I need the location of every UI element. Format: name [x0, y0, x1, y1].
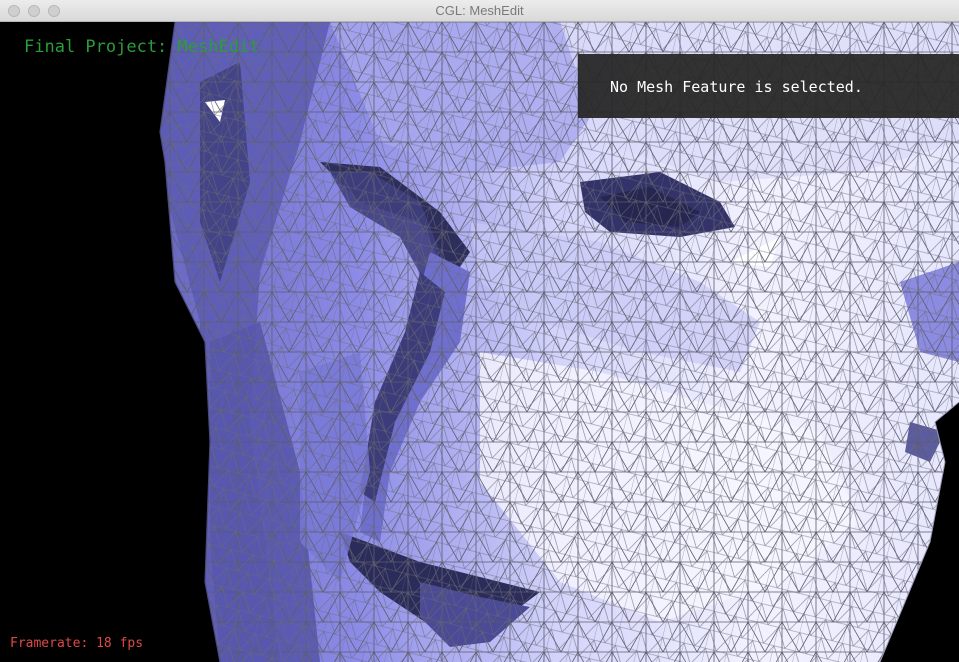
- mesh-viewport[interactable]: Final Project: MeshEdit No Mesh Feature …: [0, 22, 959, 662]
- selection-info-panel: No Mesh Feature is selected.: [578, 54, 959, 118]
- mesh-shading: [160, 22, 959, 662]
- mesh-render[interactable]: [0, 22, 959, 662]
- window-title: CGL: MeshEdit: [435, 3, 524, 18]
- selection-status-text: No Mesh Feature is selected.: [610, 78, 863, 96]
- meshedit-window: CGL: MeshEdit Final Project: MeshEdit No…: [0, 0, 959, 662]
- title-bar[interactable]: CGL: MeshEdit: [0, 0, 959, 22]
- framerate-readout: Framerate: 18 fps: [10, 636, 144, 651]
- project-label: Final Project: MeshEdit: [24, 37, 260, 57]
